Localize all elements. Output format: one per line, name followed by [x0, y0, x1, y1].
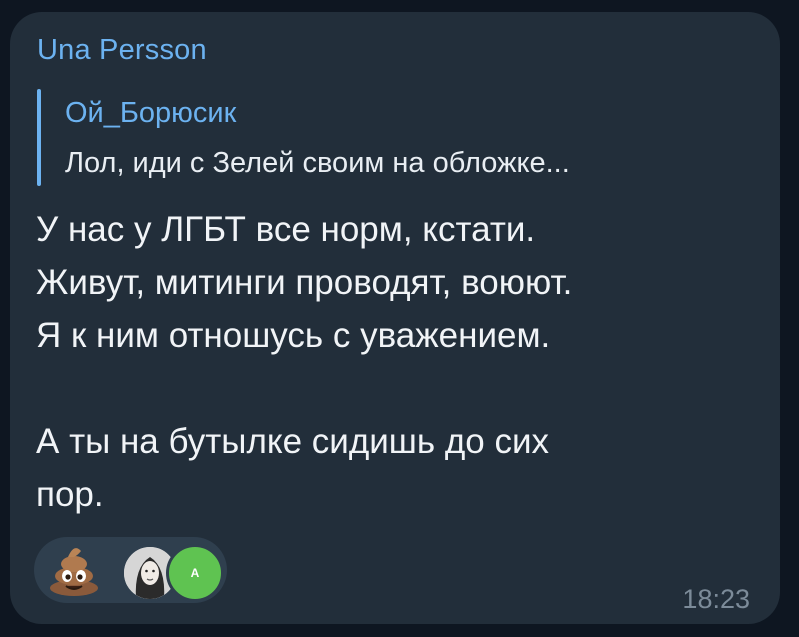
message-bubble[interactable]: Una Persson Ой_Борюсик Лол, иди с Зелей … [10, 12, 780, 624]
reply-text: Лол, иди с Зелей своим на обложке... [65, 147, 570, 179]
message-text: У нас у ЛГБТ все норм, кстати. Живут, ми… [36, 210, 573, 514]
pile-of-poo-icon [50, 548, 98, 596]
reply-author: Ой_Борюсик [65, 97, 237, 129]
letter-avatar[interactable]: A [166, 544, 224, 602]
reply-bar [37, 89, 41, 186]
reply-quote[interactable]: Ой_Борюсик Лол, иди с Зелей своим на обл… [37, 89, 757, 186]
reaction-pill[interactable]: A [34, 537, 227, 603]
message-time: 18:23 [682, 584, 750, 614]
sender-name[interactable]: Una Persson [37, 34, 207, 67]
